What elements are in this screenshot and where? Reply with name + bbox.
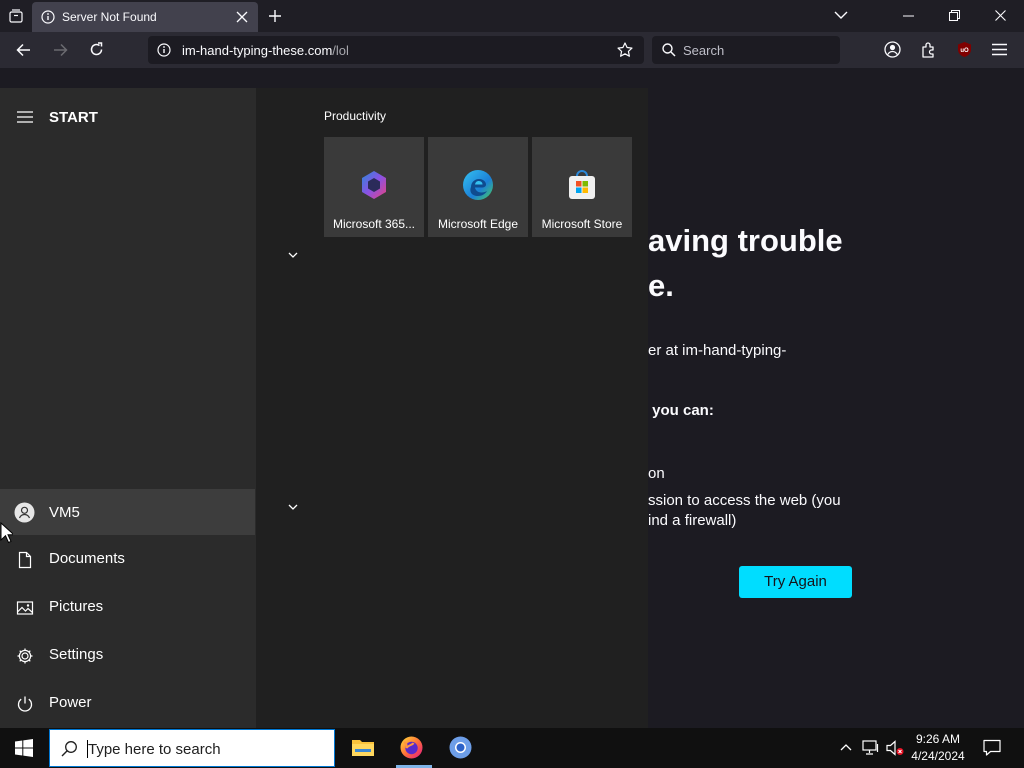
back-icon[interactable] (16, 43, 31, 57)
store-icon (566, 169, 598, 201)
clock-date: 4/24/2024 (911, 749, 965, 763)
taskbar-search-box[interactable]: Type here to search (49, 729, 335, 767)
sidebar-item-label: Settings (49, 646, 104, 663)
extensions-icon[interactable] (920, 41, 937, 58)
taskbar-search-placeholder: Type here to search (88, 741, 221, 758)
network-icon[interactable] (862, 740, 880, 756)
gear-icon (16, 647, 34, 665)
tile-microsoft-365[interactable]: Microsoft 365... (324, 137, 424, 237)
minimize-icon[interactable] (903, 15, 914, 17)
sidebar-item-label: Documents (49, 550, 125, 567)
tile-microsoft-store[interactable]: Microsoft Store (532, 137, 632, 237)
user-account-item[interactable]: VM5 (0, 489, 255, 535)
error-connection-line: on (648, 465, 665, 482)
start-menu-sidebar: START VM5 Documents Pictures Settings Po… (0, 88, 256, 728)
taskbar: Type here to search 9:26 AM 4/24/2024 (0, 728, 1024, 768)
collapse-chevron-icon[interactable] (288, 504, 298, 511)
bookmark-star-icon[interactable] (617, 42, 633, 58)
start-menu-tiles-panel: Productivity Microsoft 365... Microsoft … (256, 88, 648, 728)
clock-time: 9:26 AM (915, 732, 961, 746)
tile-group-label[interactable]: Productivity (324, 109, 386, 123)
tile-label: Microsoft Edge (437, 217, 519, 231)
url-path: /lol (332, 43, 349, 58)
windows-start-icon[interactable] (15, 739, 33, 757)
tab-server-not-found[interactable]: Server Not Found (32, 2, 258, 32)
notification-center-icon[interactable] (983, 739, 1001, 757)
close-tab-icon[interactable] (236, 11, 248, 23)
navigation-toolbar: im-hand-typing-these.com/lol Search uO (0, 32, 1024, 68)
close-window-icon[interactable] (995, 10, 1006, 21)
tab-list-icon[interactable] (9, 9, 23, 23)
reload-icon[interactable] (89, 42, 104, 57)
account-icon[interactable] (884, 41, 901, 58)
error-title-line-1: aving trouble (648, 223, 843, 258)
site-info-icon[interactable] (157, 43, 171, 57)
file-explorer-icon[interactable] (352, 737, 374, 757)
user-avatar-icon (14, 502, 35, 523)
edge-icon (462, 169, 494, 201)
sidebar-item-settings[interactable]: Settings (0, 633, 255, 679)
error-permission-line-1: ssion to access the web (you (648, 492, 841, 509)
document-icon (16, 551, 34, 569)
power-icon (16, 695, 34, 713)
error-you-can-line: you can: (648, 402, 714, 419)
firefox-icon[interactable] (400, 736, 423, 759)
sidebar-item-label: Power (49, 694, 92, 711)
start-title: START (49, 109, 98, 126)
chromium-icon[interactable] (449, 736, 472, 759)
collapse-chevron-icon[interactable] (288, 252, 298, 259)
chevron-down-icon[interactable] (834, 11, 848, 20)
new-tab-icon[interactable] (268, 9, 282, 23)
error-server-line: er at im-hand-typing- (648, 342, 787, 359)
sidebar-item-power[interactable]: Power (0, 681, 255, 727)
error-title-line-2: e. (648, 268, 674, 303)
error-title: aving trouble e. (648, 218, 843, 308)
error-permission-line-2: ind a firewall) (648, 512, 737, 529)
tile-label: Microsoft 365... (332, 217, 416, 231)
restore-icon[interactable] (949, 10, 960, 21)
ublock-origin-icon[interactable]: uO (956, 41, 973, 58)
web-search-placeholder: Search (683, 43, 725, 58)
user-name: VM5 (49, 504, 80, 521)
mouse-cursor-icon (0, 522, 13, 544)
taskbar-clock[interactable]: 9:26 AM 4/24/2024 (900, 731, 976, 765)
menu-icon[interactable] (992, 43, 1007, 56)
tile-label: Microsoft Store (541, 217, 623, 231)
web-search-field[interactable]: Search (652, 36, 840, 64)
chevron-up-icon[interactable] (840, 743, 852, 751)
try-again-button[interactable]: Try Again (739, 566, 852, 598)
tile-microsoft-edge[interactable]: Microsoft Edge (428, 137, 528, 237)
url-bar[interactable]: im-hand-typing-these.com/lol (148, 36, 644, 64)
hamburger-icon[interactable] (17, 111, 33, 123)
svg-text:uO: uO (960, 48, 969, 54)
tab-bar: Server Not Found (0, 0, 1024, 32)
tab-title: Server Not Found (62, 10, 157, 24)
forward-icon[interactable] (53, 43, 68, 57)
search-icon (662, 43, 676, 57)
sidebar-item-documents[interactable]: Documents (0, 537, 255, 583)
microsoft-365-icon (358, 169, 390, 201)
sidebar-item-pictures[interactable]: Pictures (0, 585, 255, 631)
pictures-icon (16, 599, 34, 617)
info-icon (41, 10, 55, 24)
url-text[interactable]: im-hand-typing-these.com/lol (182, 43, 349, 58)
sidebar-item-label: Pictures (49, 598, 104, 615)
search-icon (61, 740, 78, 757)
url-host: im-hand-typing-these.com (182, 43, 333, 58)
